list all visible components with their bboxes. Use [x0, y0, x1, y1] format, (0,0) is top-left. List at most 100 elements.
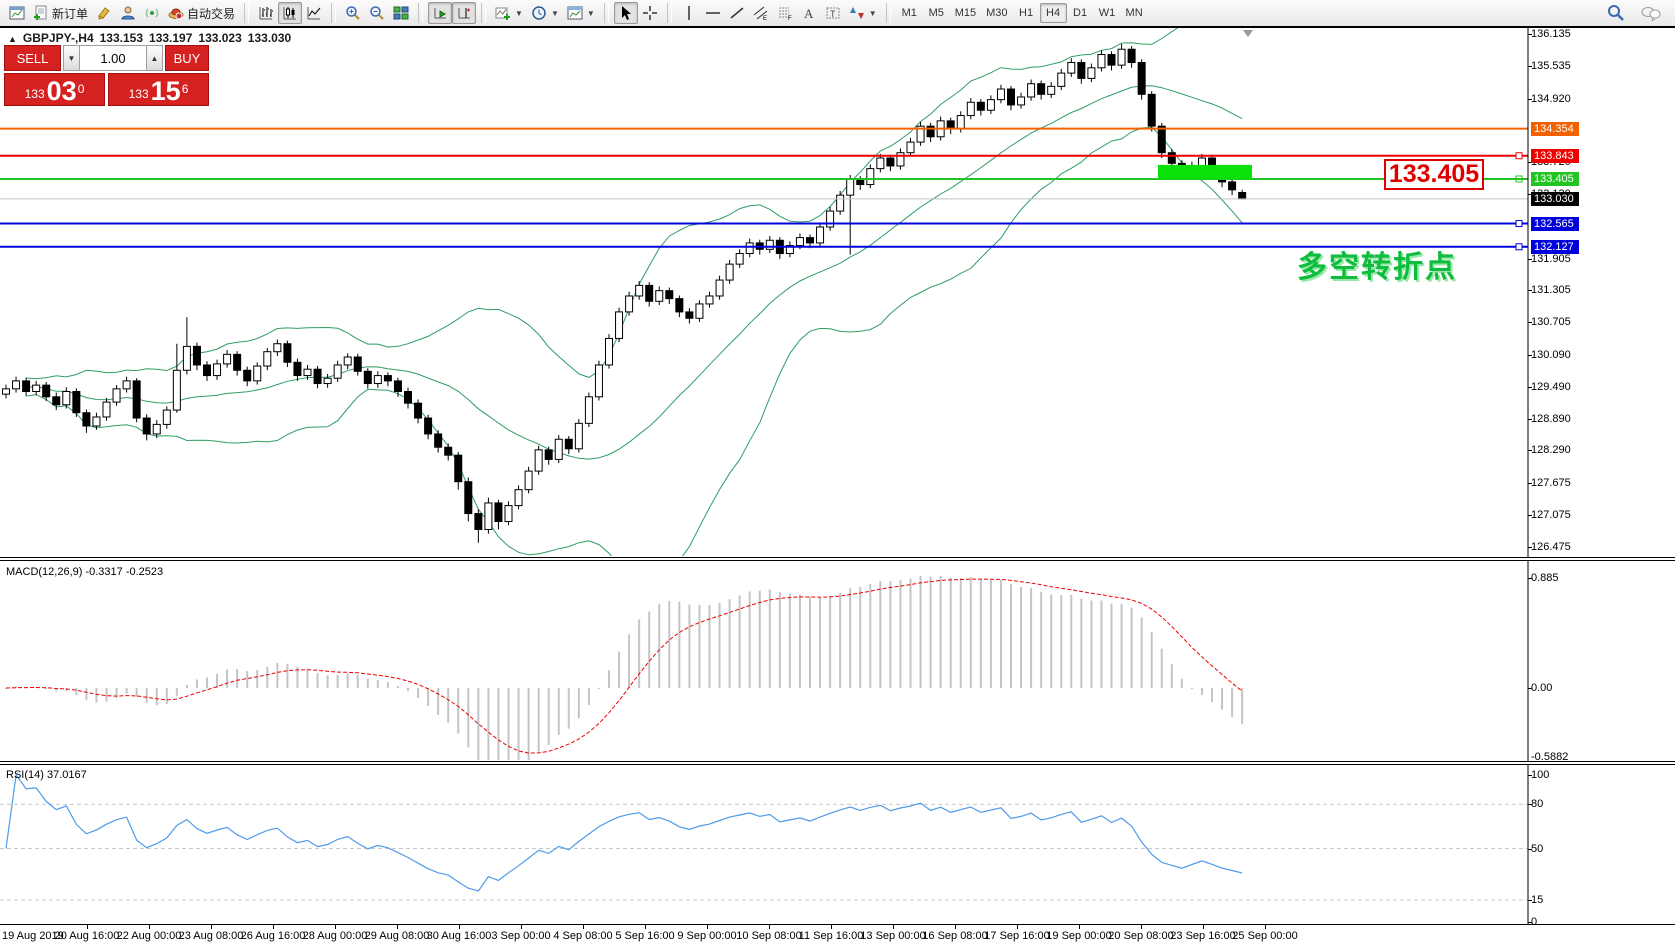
rsi-panel-separator[interactable] — [0, 761, 1675, 765]
auto-scroll-icon[interactable] — [428, 2, 453, 24]
candlestick — [1127, 48, 1136, 63]
macd-histogram-bar — [708, 604, 711, 688]
macd-signal-line — [5, 578, 1243, 754]
cursor-icon[interactable] — [613, 2, 638, 24]
macd-histogram-bar — [1020, 587, 1023, 688]
candlestick — [243, 369, 252, 382]
timeframe-h4[interactable]: H4 — [1039, 3, 1067, 23]
macd-histogram-bar — [1030, 588, 1033, 688]
macd-histogram-bar — [1010, 584, 1012, 688]
templates-icon[interactable]: ▼ — [563, 2, 599, 24]
ohlc-low: 133.023 — [198, 31, 242, 45]
vertical-line-icon[interactable] — [677, 2, 701, 24]
arrows-icon[interactable]: ▼ — [845, 2, 881, 24]
timeframe-m5[interactable]: M5 — [923, 3, 950, 23]
timeframe-m1[interactable]: M1 — [896, 3, 923, 23]
level-handle[interactable] — [1515, 152, 1523, 160]
macd-histogram-bar — [216, 673, 219, 688]
macd-label: MACD(12,26,9) -0.3317 -0.2523 — [6, 566, 164, 578]
trendline-icon[interactable] — [725, 2, 749, 24]
timeframe-mn[interactable]: MN — [1121, 3, 1148, 23]
macd-histogram-bar — [1200, 688, 1203, 696]
autotrade-button[interactable]: 自动交易 — [164, 2, 239, 24]
line-chart-icon[interactable] — [302, 2, 326, 24]
price-annotation-label[interactable]: 133.405 — [1384, 159, 1484, 190]
zoom-in-icon[interactable] — [341, 2, 365, 24]
candlestick — [373, 375, 382, 385]
buy-button[interactable]: BUY — [165, 45, 209, 71]
supply-zone-rectangle[interactable] — [1158, 164, 1252, 180]
macd-histogram-bar — [507, 688, 510, 760]
zoom-out-icon[interactable] — [365, 2, 389, 24]
candlestick-chart-icon[interactable] — [278, 2, 303, 24]
candlestick — [253, 365, 262, 382]
macd-histogram-bar — [1190, 688, 1193, 689]
timeframe-d1[interactable]: D1 — [1067, 3, 1094, 23]
profile-icon[interactable] — [116, 2, 140, 24]
sell-price[interactable]: 133 03 0 — [4, 73, 105, 106]
candlestick — [1017, 96, 1026, 106]
timeframe-w1[interactable]: W1 — [1094, 3, 1121, 23]
candlestick — [1097, 54, 1106, 69]
macd-histogram-bar — [1040, 591, 1043, 688]
search-icon[interactable] — [1603, 2, 1629, 24]
macd-histogram-bar — [1231, 688, 1234, 717]
macd-histogram-bar — [306, 668, 309, 688]
rsi-line — [5, 773, 1243, 892]
sell-button[interactable]: SELL — [4, 45, 61, 71]
fibonacci-icon[interactable]: F — [773, 2, 797, 24]
timeframe-h1[interactable]: H1 — [1013, 3, 1040, 23]
highlighter-icon[interactable] — [92, 2, 116, 24]
macd-histogram-bar — [65, 688, 68, 692]
level-handle[interactable] — [1515, 243, 1523, 251]
chart-shift-marker[interactable] — [1243, 30, 1253, 37]
macd-histogram-bar — [849, 588, 852, 688]
macd-histogram-bar — [788, 593, 791, 688]
macd-histogram-bar — [175, 688, 178, 696]
macd-panel-separator[interactable] — [0, 557, 1675, 561]
signal-icon[interactable] — [140, 2, 164, 24]
macd-histogram-bar — [1241, 688, 1244, 724]
volume-input[interactable] — [80, 45, 146, 71]
new-order-button[interactable]: 新订单 — [29, 2, 92, 24]
periods-icon[interactable]: ▼ — [527, 2, 563, 24]
bar-chart-icon[interactable] — [254, 2, 278, 24]
buy-price[interactable]: 133 15 6 — [108, 73, 209, 106]
candlestick — [544, 449, 553, 460]
tile-windows-icon[interactable] — [389, 2, 413, 24]
turning-point-annotation[interactable]: 多空转折点 — [1297, 242, 1457, 286]
indicators-icon[interactable]: ▼ — [491, 2, 527, 24]
chart-plot-area[interactable] — [0, 0, 1675, 947]
timeframe-m15[interactable]: M15 — [950, 3, 981, 23]
chart-window-icon[interactable] — [5, 2, 29, 24]
candlestick — [62, 390, 71, 406]
macd-histogram-bar — [1150, 631, 1153, 688]
macd-histogram-bar — [246, 671, 249, 688]
macd-histogram-bar — [1120, 603, 1123, 688]
level-handle[interactable] — [1515, 220, 1523, 228]
candlestick — [514, 489, 523, 507]
candlestick — [1167, 152, 1176, 164]
crosshair-icon[interactable] — [638, 2, 662, 24]
candlestick — [293, 361, 302, 377]
volume-up-button[interactable]: ▲ — [146, 45, 163, 71]
text-label-icon[interactable]: T — [821, 2, 845, 24]
text-icon[interactable]: A — [797, 2, 821, 24]
chat-icon[interactable] — [1637, 2, 1665, 24]
equidistant-channel-icon[interactable]: E — [749, 2, 773, 24]
horizontal-line-icon[interactable] — [701, 2, 725, 24]
candlestick — [725, 263, 734, 281]
bollinger-middle-band — [26, 85, 1243, 460]
volume-down-button[interactable]: ▼ — [63, 45, 80, 71]
macd-histogram-bar — [1130, 607, 1133, 688]
macd-histogram-bar — [567, 688, 570, 729]
macd-histogram-bar — [809, 597, 811, 688]
candlestick — [192, 345, 201, 366]
chart-shift-icon[interactable] — [452, 2, 477, 24]
macd-histogram-bar — [608, 670, 610, 688]
macd-histogram-bar — [829, 595, 832, 688]
candlestick — [484, 502, 493, 530]
candlestick — [323, 377, 332, 385]
candlestick — [605, 337, 613, 366]
timeframe-m30[interactable]: M30 — [981, 3, 1012, 23]
